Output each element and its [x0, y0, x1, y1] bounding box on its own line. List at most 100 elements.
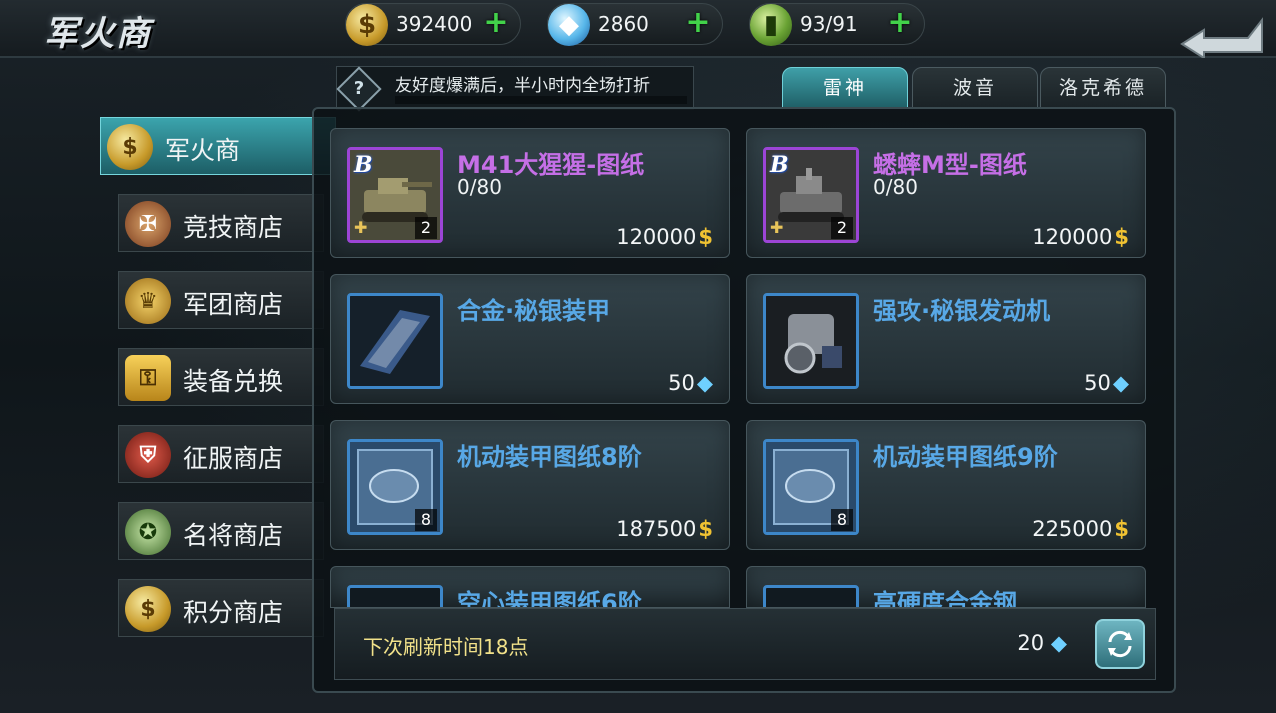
item-name: 强攻·秘银发动机	[873, 297, 1051, 325]
sidebar-item-label: 征服商店	[183, 444, 284, 473]
diamond-currency-icon: ◆	[696, 371, 713, 395]
item-name: 机动装甲图纸8阶	[457, 443, 642, 471]
fuel-resource: ▮ 93/91 +	[749, 3, 925, 46]
top-bar: 军火商 $ 392400 + ◆ 2860 + ▮ 93/91 +	[0, 0, 1276, 58]
price-value: 225000	[1032, 517, 1113, 541]
shop-item-card[interactable]: 合金·秘银装甲 50◆	[330, 274, 730, 404]
shop-item-card[interactable]: 8 机动装甲图纸9阶 225000$	[746, 420, 1146, 550]
item-price: 120000$	[616, 225, 713, 249]
sidebar-item-label: 名将商店	[183, 521, 284, 550]
gold-currency-icon: $	[698, 517, 713, 541]
price-value: 120000	[616, 225, 697, 249]
diamond-resource: ◆ 2860 +	[547, 3, 723, 46]
diamond-icon: ◆	[548, 4, 590, 46]
item-count: 8	[415, 509, 437, 531]
item-thumbnail	[763, 585, 859, 607]
trophy-icon: ♛	[125, 278, 171, 324]
sidebar-item-points-shop[interactable]: $ 积分商店	[118, 579, 324, 637]
item-progress: 0/80	[457, 175, 502, 199]
laurel-emblem-icon: ✪	[125, 509, 171, 555]
add-fuel-button[interactable]: +	[886, 8, 914, 38]
sidebar-item-label: 军火商	[165, 136, 241, 165]
item-thumbnail: 8	[347, 439, 443, 535]
refresh-bar: 下次刷新时间18点 20 ◆	[334, 608, 1156, 680]
gold-currency-icon: $	[1114, 517, 1129, 541]
page-title: 军火商	[44, 14, 152, 54]
item-thumbnail	[347, 585, 443, 607]
shop-item-card[interactable]: 8 机动装甲图纸8阶 187500$	[330, 420, 730, 550]
item-thumbnail	[763, 293, 859, 389]
sidebar-item-general-shop[interactable]: ✪ 名将商店	[118, 502, 324, 560]
sidebar-item-label: 竞技商店	[183, 213, 284, 242]
refresh-button[interactable]	[1095, 619, 1145, 669]
diamond-currency-icon: ◆	[1112, 371, 1129, 395]
shield-emblem-icon: ⛨	[125, 432, 171, 478]
gold-coin-icon: $	[346, 4, 388, 46]
item-thumbnail: B ✚ 2	[347, 147, 443, 243]
shop-item-card[interactable]: 空心装甲图纸6阶	[330, 566, 730, 608]
item-name: 机动装甲图纸9阶	[873, 443, 1058, 471]
sidebar-item-arms-dealer[interactable]: $ 军火商	[100, 117, 336, 175]
add-gold-button[interactable]: +	[482, 8, 510, 38]
gold-currency-icon: $	[698, 225, 713, 249]
back-arrow-icon[interactable]	[1178, 14, 1268, 58]
sidebar-item-label: 军团商店	[183, 290, 284, 319]
sidebar-item-label: 积分商店	[183, 598, 284, 627]
shop-item-card[interactable]: 高硬度合金钢	[746, 566, 1146, 608]
price-value: 187500	[616, 517, 697, 541]
rarity-badge: B	[770, 152, 789, 178]
sidebar-item-conquest-shop[interactable]: ⛨ 征服商店	[118, 425, 324, 483]
fuel-value: 93/91	[800, 12, 858, 36]
tab-boeing[interactable]: 波音	[912, 67, 1038, 109]
item-thumbnail	[347, 293, 443, 389]
refresh-icon	[1108, 630, 1132, 658]
item-price: 50◆	[668, 371, 713, 395]
item-thumbnail: B ✚ 2	[763, 147, 859, 243]
item-price: 187500$	[616, 517, 713, 541]
rarity-badge: B	[354, 152, 373, 178]
armor-plate-icon	[350, 296, 440, 386]
price-value: 50	[1084, 371, 1111, 395]
sidebar-item-label: 装备兑换	[183, 367, 284, 396]
item-progress: 0/80	[873, 175, 918, 199]
price-value: 120000	[1032, 225, 1113, 249]
item-count: 8	[831, 509, 853, 531]
gold-currency-icon: $	[1114, 225, 1129, 249]
item-price: 120000$	[1032, 225, 1129, 249]
item-price: 50◆	[1084, 371, 1129, 395]
blueprint-piece-icon: ✚	[354, 218, 368, 237]
shop-item-card[interactable]: B ✚ 2 蟋蟀M型-图纸 0/80 120000$	[746, 128, 1146, 258]
item-name: 高硬度合金钢	[873, 589, 1017, 608]
price-value: 50	[668, 371, 695, 395]
tab-raytheon[interactable]: 雷神	[782, 67, 908, 109]
engine-icon	[766, 296, 856, 386]
notice-text: 友好度爆满后，半小时内全场打折	[395, 76, 650, 96]
item-name: 合金·秘银装甲	[457, 297, 611, 325]
help-icon[interactable]: ?	[336, 66, 382, 112]
shop-item-card[interactable]: B ✚ 2 M41大猩猩-图纸 0/80 120000$	[330, 128, 730, 258]
sidebar-item-equipment-exchange[interactable]: ⚿ 装备兑换	[118, 348, 324, 406]
gold-value: 392400	[396, 12, 473, 36]
refresh-time-text: 下次刷新时间18点	[363, 635, 529, 659]
diamond-currency-icon: ◆	[1050, 631, 1067, 655]
add-diamond-button[interactable]: +	[684, 8, 712, 38]
lock-icon: ⚿	[125, 355, 171, 401]
item-thumbnail: 8	[763, 439, 859, 535]
sidebar-item-arena-shop[interactable]: ✠ 竞技商店	[118, 194, 324, 252]
refresh-cost-value: 20	[1017, 631, 1045, 655]
item-name: 空心装甲图纸6阶	[457, 589, 642, 608]
points-coin-icon: $	[125, 586, 171, 632]
item-count: 2	[831, 217, 853, 239]
sidebar-item-legion-shop[interactable]: ♛ 军团商店	[118, 271, 324, 329]
tab-lockheed[interactable]: 洛克希德	[1040, 67, 1166, 109]
item-count: 2	[415, 217, 437, 239]
gold-resource: $ 392400 +	[345, 3, 521, 46]
shop-item-card[interactable]: 强攻·秘银发动机 50◆	[746, 274, 1146, 404]
diamond-value: 2860	[598, 12, 649, 36]
item-price: 225000$	[1032, 517, 1129, 541]
blueprint-piece-icon: ✚	[770, 218, 784, 237]
friendship-bar	[395, 96, 687, 104]
refresh-cost: 20 ◆	[1017, 631, 1067, 655]
discount-notice: ? 友好度爆满后，半小时内全场打折	[336, 66, 694, 112]
dollar-icon: $	[107, 124, 153, 170]
